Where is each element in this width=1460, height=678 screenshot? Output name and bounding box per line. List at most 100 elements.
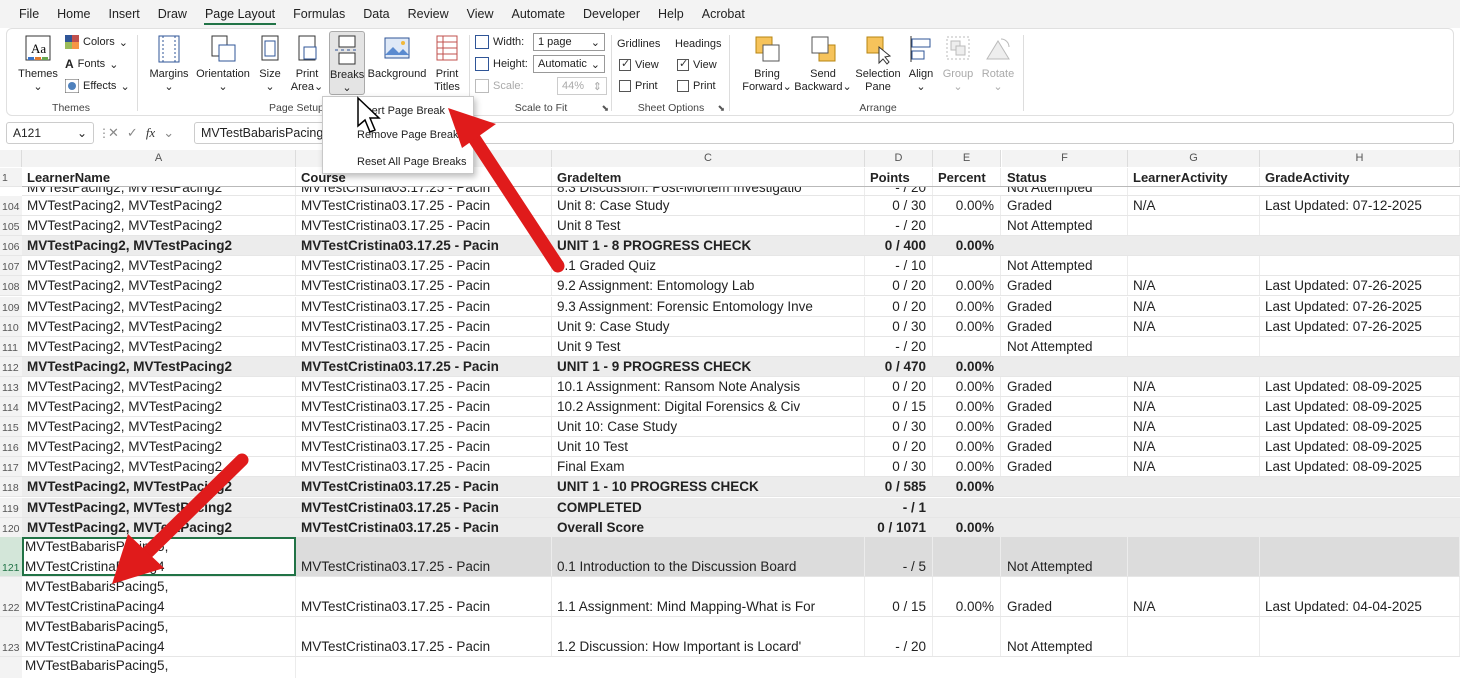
cell-percent[interactable] bbox=[933, 497, 1001, 517]
cell-status[interactable]: Not Attempted bbox=[1002, 216, 1128, 236]
header-learner-name[interactable]: LearnerName bbox=[22, 168, 296, 186]
cell-learner-name[interactable]: MVTestPacing2, MVTestPacing2 bbox=[22, 417, 296, 437]
cell-percent[interactable] bbox=[933, 256, 1001, 276]
column-header-c[interactable]: C bbox=[552, 150, 865, 167]
tab-data[interactable]: Data bbox=[354, 0, 398, 28]
row-header[interactable]: 122 bbox=[0, 577, 22, 617]
cell-points[interactable]: 0 / 30 bbox=[865, 457, 933, 477]
cell-course[interactable]: MVTestCristina03.17.25 - Pacin bbox=[296, 276, 552, 296]
cell-status[interactable] bbox=[1002, 497, 1128, 517]
cell-course[interactable]: MVTestCristina03.17.25 - Pacin bbox=[296, 356, 552, 376]
cell-learner-activity[interactable]: N/A bbox=[1128, 417, 1260, 437]
cell-learner-activity[interactable]: N/A bbox=[1128, 397, 1260, 417]
tab-help[interactable]: Help bbox=[649, 0, 693, 28]
cell-grade-item[interactable]: 1.2 Discussion: How Important is Locard' bbox=[552, 617, 865, 656]
cell-percent[interactable]: 0.00% bbox=[933, 376, 1001, 396]
gridlines-print-checkbox[interactable]: Print bbox=[619, 77, 658, 95]
tab-formulas[interactable]: Formulas bbox=[284, 0, 354, 28]
cell-grade-activity[interactable]: Last Updated: 08-09-2025 bbox=[1260, 397, 1460, 417]
cell-status[interactable]: Graded bbox=[1002, 417, 1128, 437]
scale-spinner[interactable]: 44% ⇕ bbox=[557, 77, 607, 95]
headings-print-checkbox[interactable]: Print bbox=[677, 77, 716, 95]
cell-points[interactable]: - / 20 bbox=[865, 336, 933, 356]
cell-points[interactable]: - / 20 bbox=[865, 216, 933, 236]
cell-grade-item[interactable]: 9.2 Assignment: Entomology Lab bbox=[552, 276, 865, 296]
width-select[interactable]: 1 page ⌄ bbox=[533, 33, 605, 51]
cell-course[interactable]: MVTestCristina03.17.25 - Pacin bbox=[296, 236, 552, 256]
cell-course[interactable]: MVTestCristina03.17.25 - Pacin bbox=[296, 457, 552, 477]
cell-course[interactable]: MVTestCristina03.17.25 - Pacin bbox=[296, 336, 552, 356]
cell-learner-activity[interactable]: N/A bbox=[1128, 577, 1260, 616]
cell-percent[interactable]: 0.00% bbox=[933, 477, 1001, 497]
header-grade-activity[interactable]: GradeActivity bbox=[1260, 168, 1460, 186]
height-select[interactable]: Automatic ⌄ bbox=[533, 55, 605, 73]
cell-learner-activity[interactable] bbox=[1128, 517, 1260, 537]
cell-learner-name[interactable]: MVTestPacing2, MVTestPacing2 bbox=[22, 437, 296, 457]
cell-percent[interactable]: 0.00% bbox=[933, 457, 1001, 477]
cell-grade-activity[interactable]: Last Updated: 07-12-2025 bbox=[1260, 196, 1460, 216]
cell-learner-name[interactable]: MVTestPacing2, MVTestPacing2 bbox=[22, 477, 296, 497]
row-header[interactable]: 120 bbox=[0, 517, 22, 538]
cell-percent[interactable]: 0.00% bbox=[933, 276, 1001, 296]
themes-button[interactable]: Aa Themes ⌄ bbox=[15, 33, 61, 94]
row-header[interactable]: 118 bbox=[0, 477, 22, 498]
cell-learner-activity[interactable]: N/A bbox=[1128, 196, 1260, 216]
cell-status[interactable]: Not Attempted bbox=[1002, 256, 1128, 276]
rotate-button[interactable]: Rotate ⌄ bbox=[979, 33, 1017, 94]
cell-points[interactable]: - / 20 bbox=[865, 187, 933, 195]
row-header[interactable]: 105 bbox=[0, 216, 22, 237]
cell-points[interactable]: 0 / 15 bbox=[865, 397, 933, 417]
cell-course[interactable]: MVTestCristina03.17.25 - Pacin bbox=[296, 477, 552, 497]
cell-status[interactable]: Not Attempted bbox=[1002, 537, 1128, 576]
tab-developer[interactable]: Developer bbox=[574, 0, 649, 28]
cell-status[interactable]: Graded bbox=[1002, 437, 1128, 457]
cell-learner-name[interactable]: MVTestPacing2, MVTestPacing2 bbox=[22, 236, 296, 256]
cell-status[interactable]: Graded bbox=[1002, 296, 1128, 316]
cell-percent[interactable]: 0.00% bbox=[933, 296, 1001, 316]
cell-points[interactable]: 0 / 30 bbox=[865, 316, 933, 336]
cell-learner-name[interactable]: MVTestPacing2, MVTestPacing2 bbox=[22, 517, 296, 537]
tab-review[interactable]: Review bbox=[399, 0, 458, 28]
row-header[interactable]: 119 bbox=[0, 497, 22, 518]
cell-learner-activity[interactable]: N/A bbox=[1128, 437, 1260, 457]
row-header[interactable]: 112 bbox=[0, 356, 22, 377]
cell-learner-name[interactable]: MVTestPacing2, MVTestPacing2 bbox=[22, 457, 296, 477]
cell-status[interactable] bbox=[1002, 477, 1128, 497]
cell-grade-item[interactable]: Unit 10 Test bbox=[552, 437, 865, 457]
cell-learner-activity[interactable] bbox=[1128, 477, 1260, 497]
cell-grade-activity[interactable] bbox=[1260, 236, 1460, 256]
cell-learner-name[interactable]: MVTestPacing2, MVTestPacing2 bbox=[22, 336, 296, 356]
column-header-e[interactable]: E bbox=[933, 150, 1001, 167]
effects-button[interactable]: Effects ⌄ bbox=[65, 77, 130, 95]
cell-grade-activity[interactable] bbox=[1260, 336, 1460, 356]
size-button[interactable]: Size ⌄ bbox=[255, 33, 285, 94]
cell-percent[interactable]: 0.00% bbox=[933, 417, 1001, 437]
header-learner-activity[interactable]: LearnerActivity bbox=[1128, 168, 1260, 186]
cell-points[interactable]: 0 / 1071 bbox=[865, 517, 933, 537]
cell-learner-activity[interactable] bbox=[1128, 256, 1260, 276]
cell-grade-item[interactable]: 10.1 Assignment: Ransom Note Analysis bbox=[552, 376, 865, 396]
row-header[interactable]: 109 bbox=[0, 296, 22, 317]
cell-grade-activity[interactable] bbox=[1260, 256, 1460, 276]
cell-points[interactable]: 0 / 470 bbox=[865, 356, 933, 376]
header-grade-item[interactable]: GradeItem bbox=[552, 168, 865, 186]
header-status[interactable]: Status bbox=[1002, 168, 1128, 186]
tab-home[interactable]: Home bbox=[48, 0, 99, 28]
cell-grade-activity[interactable] bbox=[1260, 216, 1460, 236]
fonts-button[interactable]: A Fonts ⌄ bbox=[65, 55, 118, 73]
cell-course[interactable]: MVTestCristina03.17.25 - Pacin bbox=[296, 216, 552, 236]
cell-grade-activity[interactable] bbox=[1260, 477, 1460, 497]
cell-grade-item[interactable]: Unit 9: Case Study bbox=[552, 316, 865, 336]
cell-course[interactable]: MVTestCristina03.17.25 - Pacin bbox=[296, 256, 552, 276]
bring-forward-button[interactable]: Bring Forward⌄ bbox=[741, 33, 793, 94]
tab-acrobat[interactable]: Acrobat bbox=[693, 0, 754, 28]
cell-grade-item[interactable]: Final Exam bbox=[552, 457, 865, 477]
cell-learner-activity[interactable]: N/A bbox=[1128, 276, 1260, 296]
cell-percent[interactable]: 0.00% bbox=[933, 397, 1001, 417]
cell-points[interactable]: 0 / 20 bbox=[865, 376, 933, 396]
row-header[interactable]: 1 bbox=[0, 168, 22, 187]
cell-course[interactable]: MVTestCristina03.17.25 - Pacin bbox=[296, 187, 552, 195]
cell-grade-item[interactable]: COMPLETED bbox=[552, 497, 865, 517]
row-header[interactable]: 113 bbox=[0, 376, 22, 397]
cell-percent[interactable]: 0.00% bbox=[933, 517, 1001, 537]
